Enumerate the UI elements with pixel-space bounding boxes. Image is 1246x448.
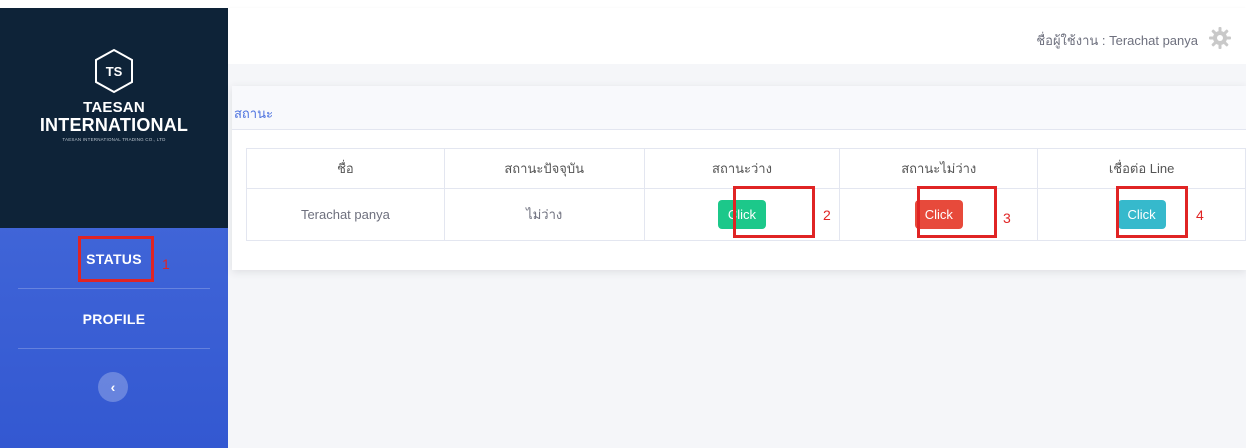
column-header-current-status: สถานะปัจจุบัน bbox=[443, 148, 645, 189]
column-header-busy: สถานะไม่ว่าง bbox=[839, 148, 1039, 189]
sidebar-divider bbox=[18, 288, 210, 289]
user-label: ชื่อผู้ใช้งาน : Terachat panya bbox=[1036, 33, 1198, 48]
brand-name-line1: TAESAN bbox=[83, 99, 145, 116]
card-header: สถานะ bbox=[232, 86, 1246, 130]
connect-line-button[interactable]: Click bbox=[1117, 200, 1166, 229]
status-table: ชื่อ สถานะปัจจุบัน สถานะว่าง สถานะไม่ว่า… bbox=[246, 148, 1246, 241]
brand-tagline: TAESAN INTERNATIONAL TRADING CO., LTD bbox=[62, 137, 166, 142]
annotation-number-3: 3 bbox=[1003, 210, 1011, 226]
column-header-line: เชื่อต่อ Line bbox=[1037, 148, 1246, 189]
set-available-button[interactable]: Click bbox=[717, 200, 767, 229]
table-row: Terachat panya ไม่ว่าง Click Click Click bbox=[246, 188, 1246, 241]
cell-line: Click bbox=[1037, 188, 1246, 241]
set-busy-button[interactable]: Click bbox=[914, 200, 963, 229]
sidebar-item-status[interactable]: STATUS bbox=[0, 230, 228, 288]
gear-icon[interactable] bbox=[1208, 26, 1232, 50]
sidebar: TS TAESAN INTERNATIONAL TAESAN INTERNATI… bbox=[0, 8, 228, 448]
column-header-name: ชื่อ bbox=[246, 148, 445, 189]
sidebar-item-profile[interactable]: PROFILE bbox=[0, 290, 228, 348]
sidebar-toggle-button[interactable]: ‹ bbox=[98, 372, 128, 402]
sidebar-item-label: STATUS bbox=[86, 251, 142, 267]
chevron-left-icon: ‹ bbox=[110, 379, 116, 395]
brand-name-line2: INTERNATIONAL bbox=[39, 115, 189, 135]
hexagon-logo-icon: TS bbox=[95, 48, 133, 94]
annotation-number-2: 2 bbox=[823, 207, 831, 223]
brand-logo[interactable]: TS TAESAN INTERNATIONAL TAESAN INTERNATI… bbox=[0, 8, 228, 228]
annotation-number-4: 4 bbox=[1196, 207, 1204, 223]
cell-name: Terachat panya bbox=[246, 188, 445, 241]
column-header-available: สถานะว่าง bbox=[643, 148, 841, 189]
topbar: ชื่อผู้ใช้งาน : Terachat panya bbox=[228, 8, 1246, 64]
annotation-number-1: 1 bbox=[162, 256, 170, 272]
cell-current-status: ไม่ว่าง bbox=[443, 188, 645, 241]
cell-available: Click bbox=[643, 188, 841, 241]
brand-name: TAESAN INTERNATIONAL bbox=[39, 99, 189, 135]
card-title: สถานะ bbox=[234, 106, 273, 121]
svg-text:TS: TS bbox=[106, 64, 123, 79]
sidebar-item-label: PROFILE bbox=[82, 311, 146, 327]
sidebar-divider bbox=[18, 348, 210, 349]
table-header-row: ชื่อ สถานะปัจจุบัน สถานะว่าง สถานะไม่ว่า… bbox=[246, 148, 1246, 189]
